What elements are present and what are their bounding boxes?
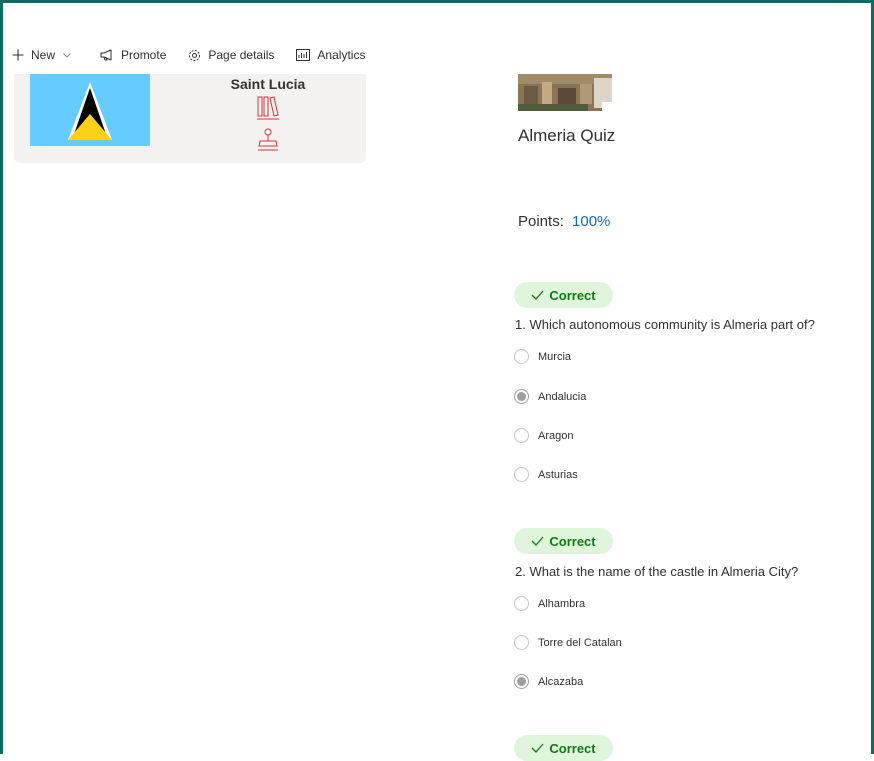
checkmark-icon xyxy=(531,536,544,546)
promote-button[interactable]: Promote xyxy=(100,48,166,62)
option-alhambra[interactable]: Alhambra xyxy=(514,596,585,611)
quiz-title: Almeria Quiz xyxy=(518,126,616,145)
command-bar: New Promote Page details Analytics xyxy=(12,44,387,66)
page-details-label: Page details xyxy=(208,48,275,62)
option-torre-del-catalan[interactable]: Torre del Catalan xyxy=(514,635,622,650)
analytics-icon xyxy=(296,49,311,61)
option-alcazaba[interactable]: Alcazaba xyxy=(514,674,583,689)
stamp-icon xyxy=(258,128,278,151)
saint-lucia-flag xyxy=(30,74,150,146)
points-value: 100% xyxy=(572,213,611,230)
gear-icon xyxy=(189,49,201,61)
promote-label: Promote xyxy=(121,48,167,62)
analytics-button[interactable]: Analytics xyxy=(296,48,365,62)
correct-badge: Correct xyxy=(514,528,613,554)
option-asturias[interactable]: Asturias xyxy=(514,467,578,482)
page-details-button[interactable]: Page details xyxy=(188,48,274,62)
radio-button[interactable] xyxy=(514,635,529,650)
option-murcia[interactable]: Murcia xyxy=(514,349,571,364)
megaphone-icon xyxy=(100,49,112,61)
correct-badge: Correct xyxy=(514,735,613,761)
books-icon xyxy=(257,96,279,120)
checkmark-icon xyxy=(531,743,544,753)
radio-button-selected[interactable] xyxy=(514,389,529,404)
chevron-down-icon[interactable] xyxy=(63,52,71,58)
quiz-thumbnail xyxy=(518,74,612,111)
option-andalucia[interactable]: Andalucia xyxy=(514,389,586,404)
radio-button[interactable] xyxy=(514,596,529,611)
points-summary: Points: 100% xyxy=(518,213,610,230)
points-label: Points: xyxy=(518,213,564,230)
country-card[interactable]: Saint Lucia xyxy=(14,74,366,163)
correct-badge: Correct xyxy=(514,282,613,308)
checkmark-icon xyxy=(531,290,544,300)
analytics-label: Analytics xyxy=(317,48,366,62)
new-button[interactable]: New xyxy=(12,48,78,62)
radio-button[interactable] xyxy=(514,467,529,482)
question-2-text: 2. What is the name of the castle in Alm… xyxy=(515,564,799,579)
radio-button-selected[interactable] xyxy=(514,674,529,689)
new-label: New xyxy=(31,48,56,62)
card-title: Saint Lucia xyxy=(230,76,306,92)
question-1-text: 1. Which autonomous community is Almeria… xyxy=(515,317,815,332)
radio-button[interactable] xyxy=(514,349,529,364)
option-aragon[interactable]: Aragon xyxy=(514,428,573,443)
plus-icon xyxy=(12,49,24,61)
radio-button[interactable] xyxy=(514,428,529,443)
